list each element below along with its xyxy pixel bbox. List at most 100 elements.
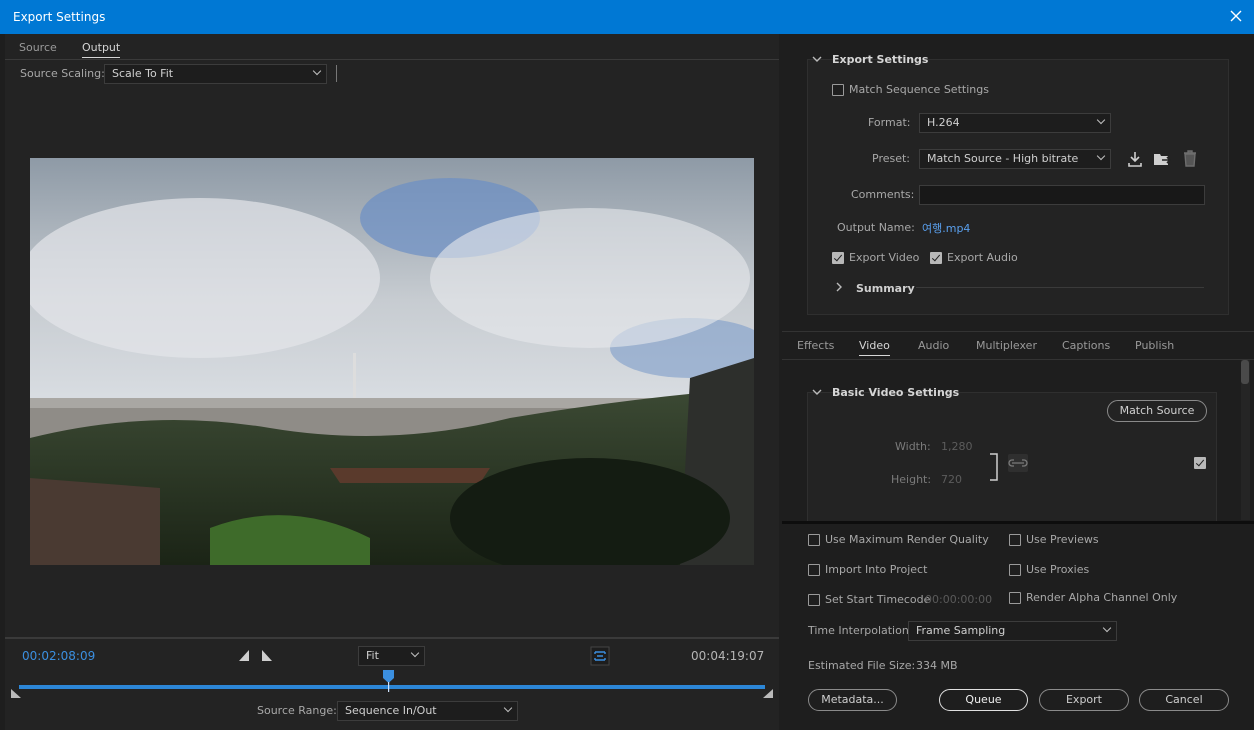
scrollbar[interactable] — [1241, 360, 1250, 520]
source-scaling-label: Source Scaling: — [20, 67, 105, 80]
chevron-down-icon[interactable] — [812, 55, 822, 63]
scrollbar-thumb[interactable] — [1241, 360, 1249, 384]
import-into-project-label: Import Into Project — [825, 563, 928, 576]
preset-dropdown[interactable]: Match Source - High bitrate — [919, 149, 1111, 169]
export-video-checkbox[interactable] — [832, 252, 844, 264]
height-label: Height: — [891, 473, 932, 486]
title-bar: Export Settings — [0, 0, 1254, 34]
tab-effects[interactable]: Effects — [797, 339, 834, 352]
export-button[interactable]: Export — [1039, 689, 1129, 711]
divider — [916, 287, 1204, 288]
divider — [782, 331, 1254, 332]
current-time[interactable]: 00:02:08:09 — [22, 649, 95, 663]
render-alpha-checkbox[interactable] — [1009, 592, 1021, 604]
chevron-down-icon — [503, 703, 513, 713]
use-proxies-checkbox[interactable] — [1009, 564, 1021, 576]
width-value[interactable]: 1,280 — [941, 440, 973, 453]
use-proxies-label: Use Proxies — [1026, 563, 1090, 576]
use-previews-label: Use Previews — [1026, 533, 1099, 546]
section-title: Basic Video Settings — [832, 386, 960, 399]
window-title: Export Settings — [13, 10, 106, 24]
source-scaling-dropdown[interactable]: Scale To Fit — [104, 64, 327, 84]
mark-out-icon[interactable] — [262, 650, 272, 661]
divider — [5, 637, 779, 639]
section-title: Export Settings — [832, 53, 929, 66]
chevron-down-icon — [312, 66, 322, 76]
queue-button[interactable]: Queue — [939, 689, 1028, 711]
comments-value — [920, 188, 926, 201]
max-render-quality-checkbox[interactable] — [808, 534, 820, 546]
tab-audio[interactable]: Audio — [918, 339, 949, 352]
aspect-ratio-icon[interactable] — [590, 646, 610, 666]
playhead[interactable] — [382, 670, 394, 692]
chevron-down-icon — [1102, 623, 1112, 633]
metadata-button[interactable]: Metadata... — [808, 689, 897, 711]
width-label: Width: — [895, 440, 931, 453]
max-render-quality-label: Use Maximum Render Quality — [825, 533, 989, 546]
trash-icon[interactable] — [1183, 150, 1197, 167]
duration: 00:04:19:07 — [691, 649, 765, 663]
set-start-timecode-label: Set Start Timecode — [825, 593, 931, 606]
mark-in-icon[interactable] — [239, 650, 249, 661]
video-preview — [30, 158, 754, 565]
tab-video[interactable]: Video — [859, 339, 890, 356]
settings-panel: Export Settings Match Sequence Settings … — [782, 34, 1254, 730]
set-start-timecode-checkbox[interactable] — [808, 594, 820, 606]
tab-source[interactable]: Source — [19, 41, 57, 54]
match-sequence-label: Match Sequence Settings — [849, 83, 989, 96]
comments-field[interactable] — [919, 185, 1205, 205]
link-icon[interactable] — [1008, 454, 1028, 472]
fit-dropdown[interactable]: Fit — [358, 646, 425, 666]
time-interpolation-dropdown[interactable]: Frame Sampling — [908, 621, 1117, 641]
tab-output[interactable]: Output — [82, 41, 121, 58]
chevron-down-icon[interactable] — [812, 388, 822, 396]
export-video-label: Export Video — [849, 251, 920, 264]
export-audio-checkbox[interactable] — [930, 252, 942, 264]
time-interpolation-label: Time Interpolation: — [808, 624, 913, 637]
start-timecode-value[interactable]: 00:00:00:00 — [925, 593, 992, 606]
comments-label: Comments: — [851, 188, 915, 201]
summary-label[interactable]: Summary — [856, 282, 915, 295]
cancel-button[interactable]: Cancel — [1139, 689, 1229, 711]
format-dropdown[interactable]: H.264 — [919, 113, 1111, 133]
chevron-down-icon — [410, 648, 420, 658]
divider — [5, 59, 779, 60]
output-name-label: Output Name: — [837, 221, 915, 234]
preset-label: Preset: — [872, 152, 911, 165]
separator — [336, 65, 337, 82]
height-value[interactable]: 720 — [941, 473, 962, 486]
source-range-value: Sequence In/Out — [345, 704, 437, 717]
render-alpha-label: Render Alpha Channel Only — [1026, 591, 1178, 604]
chevron-down-icon — [1096, 151, 1106, 161]
divider — [782, 359, 1254, 360]
chevron-right-icon[interactable] — [835, 282, 843, 292]
import-into-project-checkbox[interactable] — [808, 564, 820, 576]
close-icon[interactable] — [1228, 8, 1244, 24]
match-source-checkbox[interactable] — [1194, 457, 1206, 469]
format-label: Format: — [868, 116, 911, 129]
tab-captions[interactable]: Captions — [1062, 339, 1110, 352]
import-preset-icon[interactable] — [1153, 151, 1171, 167]
source-range-dropdown[interactable]: Sequence In/Out — [337, 701, 518, 721]
export-audio-label: Export Audio — [947, 251, 1018, 264]
file-size-label: Estimated File Size: — [808, 659, 916, 672]
match-source-button[interactable]: Match Source — [1107, 400, 1207, 422]
tab-publish[interactable]: Publish — [1135, 339, 1174, 352]
match-sequence-checkbox[interactable] — [832, 84, 844, 96]
fit-value: Fit — [366, 649, 379, 662]
file-size-value: 334 MB — [916, 659, 958, 672]
preview-panel: Source Output Source Scaling: Scale To F… — [5, 34, 779, 730]
use-previews-checkbox[interactable] — [1009, 534, 1021, 546]
in-point-icon[interactable] — [11, 689, 21, 698]
divider — [782, 521, 1254, 524]
tab-multiplexer[interactable]: Multiplexer — [976, 339, 1037, 352]
time-interpolation-value: Frame Sampling — [916, 624, 1006, 637]
output-name-link[interactable]: 여행.mp4 — [922, 220, 970, 236]
format-value: H.264 — [927, 116, 960, 129]
source-scaling-value: Scale To Fit — [112, 67, 174, 80]
chevron-down-icon — [1096, 115, 1106, 125]
preset-value: Match Source - High bitrate — [927, 152, 1079, 165]
bracket-icon — [990, 453, 998, 481]
out-point-icon[interactable] — [763, 689, 773, 698]
save-preset-icon[interactable] — [1127, 151, 1143, 167]
